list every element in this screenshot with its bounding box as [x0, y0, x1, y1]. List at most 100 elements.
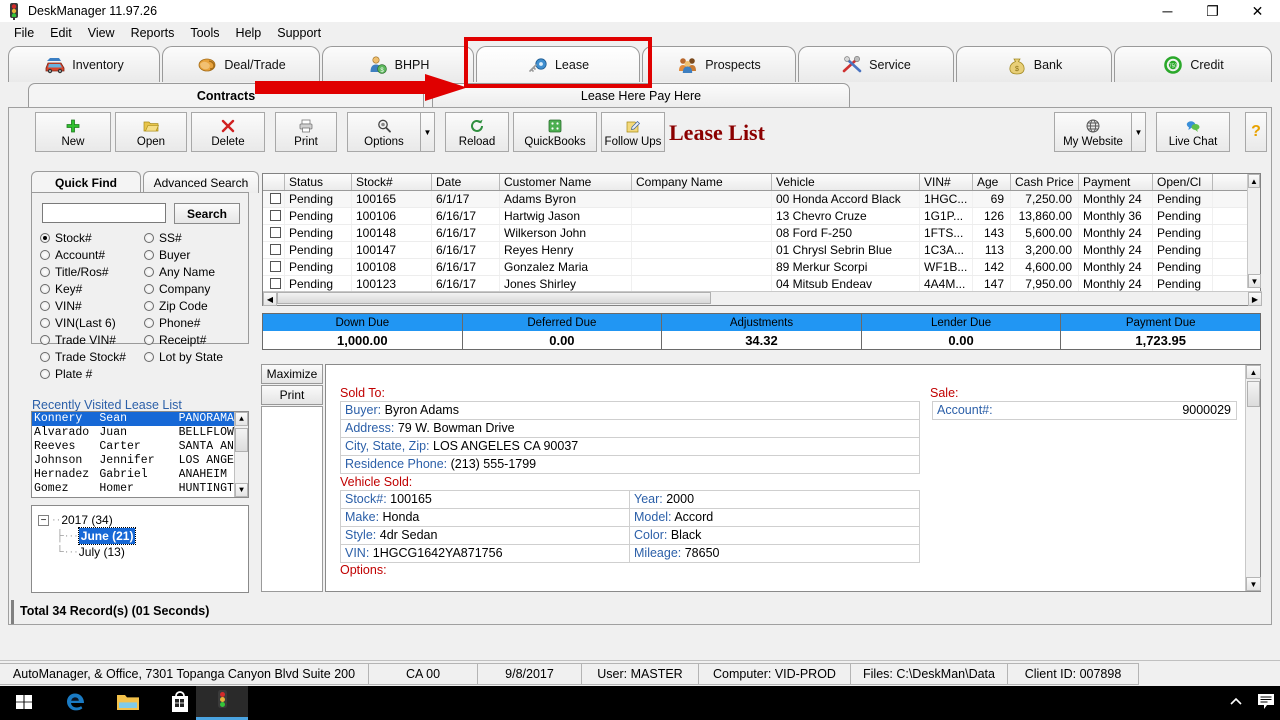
radio-lot-by-state[interactable]: Lot by State	[144, 350, 223, 364]
menu-edit[interactable]: Edit	[42, 24, 80, 42]
chevron-up-icon[interactable]	[1228, 694, 1244, 713]
scroll-up-arrow-icon[interactable]: ▲	[235, 412, 248, 426]
reload-button[interactable]: Reload	[445, 112, 509, 152]
table-row[interactable]: Pending 100108 6/16/17 Gonzalez Maria 89…	[263, 259, 1260, 276]
maximize-button[interactable]: ❐	[1190, 0, 1235, 22]
checkbox-icon[interactable]	[270, 227, 281, 238]
grid-header-company-name[interactable]: Company Name	[632, 174, 772, 190]
taskbar-edge[interactable]	[52, 686, 100, 720]
grid-horizontal-scrollbar[interactable]: ◀ ▶	[263, 291, 1262, 306]
tab-advanced-search[interactable]: Advanced Search	[143, 171, 259, 193]
checkbox-icon[interactable]	[270, 244, 281, 255]
grid-header-select[interactable]	[263, 174, 285, 190]
radio-title-ros[interactable]: Title/Ros#	[40, 265, 144, 279]
radio-ss[interactable]: SS#	[144, 231, 182, 245]
grid-header-status[interactable]: Status	[285, 174, 352, 190]
recently-visited-scrollbar[interactable]: ▲ ▼	[234, 412, 248, 497]
radio-company[interactable]: Company	[144, 282, 210, 296]
list-item[interactable]: Johnson Jennifer LOS ANGE	[32, 454, 248, 468]
radio-phone[interactable]: Phone#	[144, 316, 200, 330]
radio-vin-last6[interactable]: VIN(Last 6)	[40, 316, 144, 330]
tab-credit[interactable]: 750 Credit	[1114, 46, 1272, 82]
radio-stock[interactable]: Stock#	[40, 231, 144, 245]
row-checkbox[interactable]	[263, 208, 285, 224]
action-center-icon[interactable]	[1256, 693, 1276, 714]
grid-header-date[interactable]: Date	[432, 174, 500, 190]
radio-buyer[interactable]: Buyer	[144, 248, 190, 262]
table-row[interactable]: Pending 100148 6/16/17 Wilkerson John 08…	[263, 225, 1260, 242]
subtab-contracts[interactable]: Contracts	[28, 83, 424, 108]
scrollbar-thumb[interactable]	[1247, 381, 1260, 407]
menu-tools[interactable]: Tools	[182, 24, 227, 42]
tab-inventory[interactable]: Inventory	[8, 46, 160, 82]
scroll-down-arrow-icon[interactable]: ▼	[1246, 577, 1261, 591]
tree-node-june[interactable]: ├··· June (21)	[38, 527, 248, 545]
menu-view[interactable]: View	[80, 24, 123, 42]
options-dropdown-arrow[interactable]: ▼	[421, 112, 435, 152]
scroll-right-arrow-icon[interactable]: ▶	[1248, 292, 1262, 306]
tab-quick-find[interactable]: Quick Find	[31, 171, 141, 193]
tab-service[interactable]: Service	[798, 46, 954, 82]
grid-vertical-scrollbar[interactable]: ▲ ▼	[1247, 174, 1261, 288]
tab-prospects[interactable]: Prospects	[642, 46, 796, 82]
radio-zip-code[interactable]: Zip Code	[144, 299, 208, 313]
radio-account[interactable]: Account#	[40, 248, 144, 262]
row-checkbox[interactable]	[263, 225, 285, 241]
scrollbar-thumb[interactable]	[277, 292, 711, 304]
recently-visited-list[interactable]: Konnery Sean PANORAMA Alvarado Juan BELL…	[31, 411, 249, 498]
radio-key[interactable]: Key#	[40, 282, 144, 296]
tree-node-year[interactable]: − ·· 2017 (34)	[38, 512, 248, 528]
checkbox-icon[interactable]	[270, 278, 281, 289]
table-row[interactable]: Pending 100165 6/1/17 Adams Byron 00 Hon…	[263, 191, 1260, 208]
radio-receipt[interactable]: Receipt#	[144, 333, 206, 347]
tab-bhph[interactable]: $ BHPH	[322, 46, 474, 82]
taskbar-file-explorer[interactable]	[104, 686, 152, 720]
maximize-detail-button[interactable]: Maximize	[261, 364, 323, 384]
grid-header-open-closed[interactable]: Open/Cl	[1153, 174, 1213, 190]
grid-header-cash-price[interactable]: Cash Price	[1011, 174, 1079, 190]
lease-list-grid[interactable]: Status Stock# Date Customer Name Company…	[262, 173, 1262, 306]
minimize-button[interactable]: ─	[1145, 0, 1190, 22]
scroll-up-arrow-icon[interactable]: ▲	[1246, 365, 1261, 379]
menu-file[interactable]: File	[6, 24, 42, 42]
checkbox-icon[interactable]	[270, 193, 281, 204]
tab-deal-trade[interactable]: Deal/Trade	[162, 46, 320, 82]
follow-ups-button[interactable]: Follow Ups	[601, 112, 665, 152]
scroll-down-arrow-icon[interactable]: ▼	[235, 483, 248, 497]
grid-header-stock[interactable]: Stock#	[352, 174, 432, 190]
my-website-dropdown-arrow[interactable]: ▼	[1132, 112, 1146, 152]
open-button[interactable]: Open	[115, 112, 187, 152]
tab-lease[interactable]: Lease	[476, 46, 640, 82]
radio-plate[interactable]: Plate #	[40, 367, 144, 381]
list-item[interactable]: Gomez Homer HUNTINGT	[32, 482, 248, 496]
live-chat-button[interactable]: Live Chat	[1156, 112, 1230, 152]
taskbar-deskmanager[interactable]	[196, 686, 248, 720]
row-checkbox[interactable]	[263, 276, 285, 292]
search-input[interactable]	[42, 203, 166, 223]
scroll-up-arrow-icon[interactable]: ▲	[1248, 174, 1260, 188]
radio-trade-stock[interactable]: Trade Stock#	[40, 350, 144, 364]
checkbox-icon[interactable]	[270, 261, 281, 272]
tree-node-july[interactable]: └··· July (13)	[38, 544, 248, 560]
quickbooks-button[interactable]: QuickBooks	[513, 112, 597, 152]
tab-bank[interactable]: $ Bank	[956, 46, 1112, 82]
radio-trade-vin[interactable]: Trade VIN#	[40, 333, 144, 347]
table-row[interactable]: Pending 100106 6/16/17 Hartwig Jason 13 …	[263, 208, 1260, 225]
help-button[interactable]: ?	[1245, 112, 1267, 152]
options-button[interactable]: Options	[347, 112, 421, 152]
new-button[interactable]: New	[35, 112, 111, 152]
grid-header-age[interactable]: Age	[973, 174, 1011, 190]
list-item[interactable]: Konnery Sean PANORAMA	[32, 412, 248, 426]
date-tree[interactable]: − ·· 2017 (34) ├··· June (21) └··· July …	[31, 505, 249, 593]
list-item[interactable]: Hernadez Gabriel ANAHEIM	[32, 468, 248, 482]
search-button[interactable]: Search	[174, 203, 240, 224]
print-detail-button[interactable]: Print	[261, 385, 323, 405]
row-checkbox[interactable]	[263, 242, 285, 258]
grid-header-vehicle[interactable]: Vehicle	[772, 174, 920, 190]
delete-button[interactable]: Delete	[191, 112, 265, 152]
menu-support[interactable]: Support	[269, 24, 329, 42]
subtab-lease-here-pay-here[interactable]: Lease Here Pay Here	[432, 83, 850, 108]
row-checkbox[interactable]	[263, 259, 285, 275]
grid-header-vin[interactable]: VIN#	[920, 174, 973, 190]
print-button[interactable]: Print	[275, 112, 337, 152]
